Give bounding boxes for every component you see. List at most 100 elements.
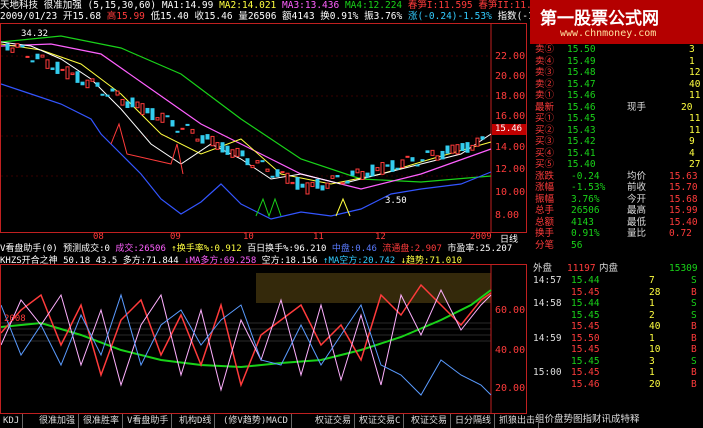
- bid-row-cell: 买④: [535, 147, 555, 159]
- candle: [205, 134, 210, 140]
- high-value: 高15.99: [106, 11, 145, 22]
- ask-row-cell: 15.49: [567, 55, 596, 67]
- candle: [395, 167, 400, 170]
- candle: [210, 135, 215, 147]
- stat-row-cell: 26506: [571, 205, 600, 216]
- bid-row-cell: 11: [689, 113, 701, 124]
- amount-value: 额4143: [282, 11, 315, 22]
- stat-row: 分笔 56: [529, 240, 703, 252]
- tab-1[interactable]: 很准加强: [36, 414, 80, 428]
- candle: [180, 127, 185, 130]
- candle: [330, 175, 335, 179]
- latest-row-cell: 20: [681, 101, 693, 113]
- candle: [85, 79, 90, 89]
- in-out-row-cell: 11197: [567, 263, 596, 274]
- tab-5[interactable]: (修V趋势)MACD: [220, 414, 292, 428]
- tab-9[interactable]: 日分隔线: [452, 414, 496, 428]
- low-value: 低15.40: [150, 11, 189, 22]
- osc-tick-40: 40.00: [495, 345, 526, 356]
- sub-month-label: 2008: [4, 314, 26, 324]
- candle: [75, 71, 80, 83]
- candle: [380, 162, 385, 175]
- stat-row: 总额 4143 最低 15.40: [529, 217, 703, 229]
- khzs-oscillator-chart[interactable]: [1, 265, 526, 413]
- ask-row-cell: 15.48: [567, 67, 596, 78]
- candle: [115, 90, 120, 96]
- candle: [200, 135, 205, 144]
- bid-row: 买⑤ 15.40 27: [529, 159, 703, 171]
- candle: [230, 149, 235, 158]
- tick-row-cell: 15.44: [571, 275, 600, 286]
- candle: [390, 160, 395, 172]
- candle: [225, 145, 230, 155]
- tick-row-cell: 10: [649, 344, 661, 355]
- tab-3[interactable]: V看盘助手: [124, 414, 173, 428]
- candle: [295, 177, 300, 190]
- stat-row-cell: 15.99: [669, 205, 698, 216]
- candle: [370, 164, 375, 177]
- candle: [260, 160, 265, 163]
- tab-2[interactable]: 很准胜率: [80, 414, 124, 428]
- ask-row-cell: 11: [689, 90, 701, 101]
- stat-row-cell: 15.63: [669, 170, 698, 182]
- candle: [50, 67, 55, 70]
- candle: [120, 99, 125, 106]
- candle: [255, 160, 260, 164]
- candle: [80, 81, 85, 86]
- tick-row-cell: 14:59: [533, 332, 562, 344]
- candle: [145, 107, 150, 114]
- tab-8[interactable]: 权证交易: [408, 414, 452, 428]
- candle: [40, 54, 45, 58]
- sub-chart-frame[interactable]: 60.00 40.00 20.00: [0, 264, 527, 414]
- candle: [100, 93, 105, 96]
- main-price-chart[interactable]: [1, 24, 526, 232]
- latest-row-cell: 15.46: [567, 101, 596, 113]
- stat-row-cell: -0.24: [571, 170, 600, 182]
- ask-row-cell: 15.47: [567, 78, 596, 90]
- tab-4[interactable]: 机构D线: [176, 414, 216, 428]
- watermark-logo: 第一股票公式网 www.chnmoney.com: [530, 0, 703, 44]
- tab-6[interactable]: 权证交易: [312, 414, 356, 428]
- stat-row-cell: 前收: [627, 182, 647, 193]
- candle: [325, 182, 330, 189]
- tick-row-cell: 15:00: [533, 367, 562, 378]
- osc-tick-20: 20.00: [495, 383, 526, 394]
- price-tick-16: 16.00: [495, 111, 526, 122]
- tab-7[interactable]: 权证交易C: [356, 414, 405, 428]
- stat-row-cell: 均价: [627, 170, 647, 182]
- candle: [465, 142, 470, 153]
- tab-10[interactable]: 抓狼出击: [496, 414, 540, 428]
- tick-row: 14:59 15.50 1 B: [529, 333, 703, 345]
- tick-row-cell: S: [691, 298, 697, 309]
- tick-row-cell: S: [691, 275, 697, 286]
- ask-row: 卖① 15.46 11: [529, 90, 703, 102]
- tick-row-cell: 15.45: [571, 286, 600, 298]
- stat-row-cell: 最高: [627, 205, 647, 216]
- ask-row-cell: 12: [689, 67, 701, 78]
- candle: [460, 143, 465, 152]
- stat-row-cell: 15.68: [669, 193, 698, 205]
- stat-row: 总手 26506 最高 15.99: [529, 205, 703, 217]
- ask-row: 卖② 15.47 40: [529, 79, 703, 91]
- candle: [135, 101, 140, 109]
- latest-row-cell: 最新: [535, 101, 555, 113]
- candle: [320, 185, 325, 191]
- tick-row-cell: 15.45: [571, 344, 600, 355]
- candle: [130, 97, 135, 108]
- volume-value: 量26506: [238, 11, 277, 22]
- in-out-row-cell: 15309: [669, 263, 698, 274]
- tab-0[interactable]: KDJ: [0, 414, 24, 428]
- ma3-value: MA3:13.436: [282, 0, 340, 11]
- candle: [140, 103, 145, 115]
- candle: [250, 164, 255, 169]
- price-tick-20: 20.00: [495, 71, 526, 82]
- stat-row-cell: 15.40: [669, 216, 698, 228]
- candle: [375, 167, 380, 172]
- candle: [15, 43, 20, 48]
- osc-tick-60: 60.00: [495, 305, 526, 316]
- stat-row-cell: 0.91%: [571, 228, 600, 239]
- main-chart-frame[interactable]: 34.32 3.50 15.46 22.00 20.00 18.00 16.00…: [0, 23, 527, 233]
- watermark-url: www.chnmoney.com: [560, 28, 657, 39]
- stock-name: 天地科技: [0, 0, 39, 11]
- stat-row-cell: 量比: [627, 228, 647, 239]
